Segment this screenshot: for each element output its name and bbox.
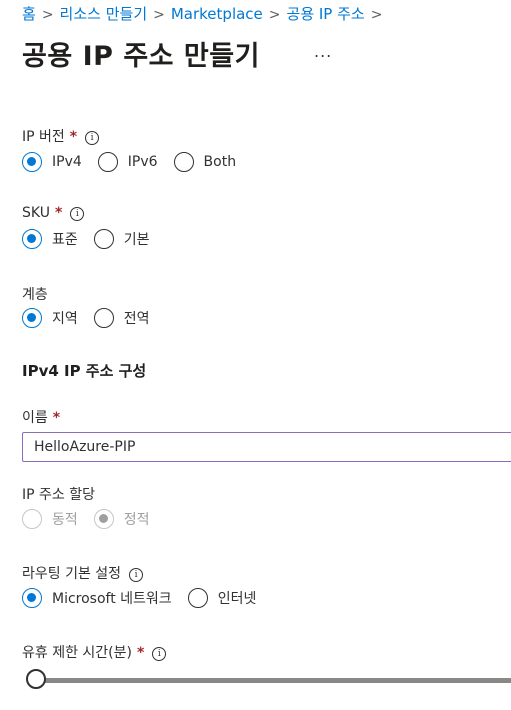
ip-assignment-label-text: IP 주소 할당 xyxy=(22,487,95,503)
idle-timeout-slider-thumb[interactable] xyxy=(26,669,46,689)
radio-standard[interactable]: 표준 xyxy=(22,229,78,249)
routing-label-text: 라우팅 기본 설정 xyxy=(22,566,122,582)
chevron-right-icon: > xyxy=(41,7,54,23)
radio-ipv4-label: IPv4 xyxy=(52,154,82,170)
radio-regional[interactable]: 지역 xyxy=(22,308,78,328)
name-label-text: 이름 xyxy=(22,410,48,426)
radio-global-label: 전역 xyxy=(123,311,150,327)
breadcrumb-home[interactable]: 홈 xyxy=(22,3,36,24)
radio-both[interactable]: Both xyxy=(173,152,237,172)
info-icon[interactable]: i xyxy=(129,568,144,582)
chevron-right-icon: > xyxy=(370,7,383,23)
radio-ipv6[interactable]: IPv6 xyxy=(97,152,158,172)
radio-basic-label: 기본 xyxy=(123,232,150,248)
breadcrumb: 홈 > 리소스 만들기 > Marketplace > 공용 IP 주소 > xyxy=(22,3,388,24)
radio-ipv6-label: IPv6 xyxy=(127,154,158,170)
tier-label: 계층 xyxy=(22,284,48,304)
radio-regional-label: 지역 xyxy=(52,311,78,327)
radio-disabled-icon xyxy=(22,509,42,529)
sku-label: SKU * i xyxy=(22,205,85,221)
ipv4-config-heading: IPv4 IP 주소 구성 xyxy=(22,362,147,380)
chevron-right-icon: > xyxy=(153,7,165,23)
radio-ipv4[interactable]: IPv4 xyxy=(22,152,82,172)
radio-standard-label: 표준 xyxy=(52,232,78,248)
name-label: 이름 * xyxy=(22,407,60,427)
breadcrumb-public-ip[interactable]: 공용 IP 주소 xyxy=(287,3,365,24)
radio-static: 정적 xyxy=(93,509,150,529)
required-marker: * xyxy=(54,205,63,221)
routing-radio-group: Microsoft 네트워크 인터넷 xyxy=(22,588,272,608)
ip-assignment-label: IP 주소 할당 xyxy=(22,484,95,504)
radio-basic[interactable]: 기본 xyxy=(93,229,150,249)
page-title: 공용 IP 주소 만들기 xyxy=(22,41,260,72)
required-marker: * xyxy=(69,129,78,145)
radio-internet-label: 인터넷 xyxy=(217,591,257,607)
info-icon[interactable]: i xyxy=(85,131,100,145)
idle-timeout-label-text: 유휴 제한 시간(분) xyxy=(22,645,132,661)
radio-internet[interactable]: 인터넷 xyxy=(187,588,257,608)
radio-both-label: Both xyxy=(203,154,237,170)
required-marker: * xyxy=(136,645,145,661)
routing-label: 라우팅 기본 설정 i xyxy=(22,563,144,583)
radio-dynamic-label: 동적 xyxy=(52,512,78,528)
radio-unselected-icon[interactable] xyxy=(97,152,118,172)
more-options-icon[interactable]: ... xyxy=(314,42,332,61)
breadcrumb-create-resource[interactable]: 리소스 만들기 xyxy=(60,3,148,24)
ip-version-radio-group: IPv4 IPv6 Both xyxy=(22,152,252,172)
radio-selected-icon[interactable] xyxy=(22,152,42,172)
ip-version-label: IP 버전 * i xyxy=(22,126,100,146)
breadcrumb-marketplace[interactable]: Marketplace xyxy=(171,5,263,23)
tier-label-text: 계층 xyxy=(22,287,48,303)
radio-disabled-selected-icon xyxy=(93,509,114,529)
radio-dynamic: 동적 xyxy=(22,509,78,529)
radio-global[interactable]: 전역 xyxy=(93,308,150,328)
radio-unselected-icon[interactable] xyxy=(93,229,114,249)
radio-selected-icon[interactable] xyxy=(22,229,42,249)
info-icon[interactable]: i xyxy=(152,647,167,661)
name-input[interactable]: HelloAzure-PIP xyxy=(22,432,511,462)
radio-unselected-icon[interactable] xyxy=(173,152,194,172)
tier-radio-group: 지역 전역 xyxy=(22,308,166,328)
radio-microsoft-network[interactable]: Microsoft 네트워크 xyxy=(22,588,172,608)
radio-unselected-icon[interactable] xyxy=(93,308,114,328)
sku-radio-group: 표준 기본 xyxy=(22,229,166,249)
chevron-right-icon: > xyxy=(268,7,281,23)
sku-label-text: SKU xyxy=(22,205,50,221)
ip-assignment-radio-group: 동적 정적 xyxy=(22,509,166,529)
radio-static-label: 정적 xyxy=(123,512,150,528)
radio-selected-icon[interactable] xyxy=(22,588,42,608)
info-icon[interactable]: i xyxy=(70,207,85,221)
idle-timeout-label: 유휴 제한 시간(분) * i xyxy=(22,642,167,662)
idle-timeout-slider-track[interactable] xyxy=(36,678,511,683)
radio-unselected-icon[interactable] xyxy=(187,588,208,608)
required-marker: * xyxy=(52,410,61,426)
radio-selected-icon[interactable] xyxy=(22,308,42,328)
radio-microsoft-network-label: Microsoft 네트워크 xyxy=(52,591,172,607)
ip-version-label-text: IP 버전 xyxy=(22,129,65,145)
